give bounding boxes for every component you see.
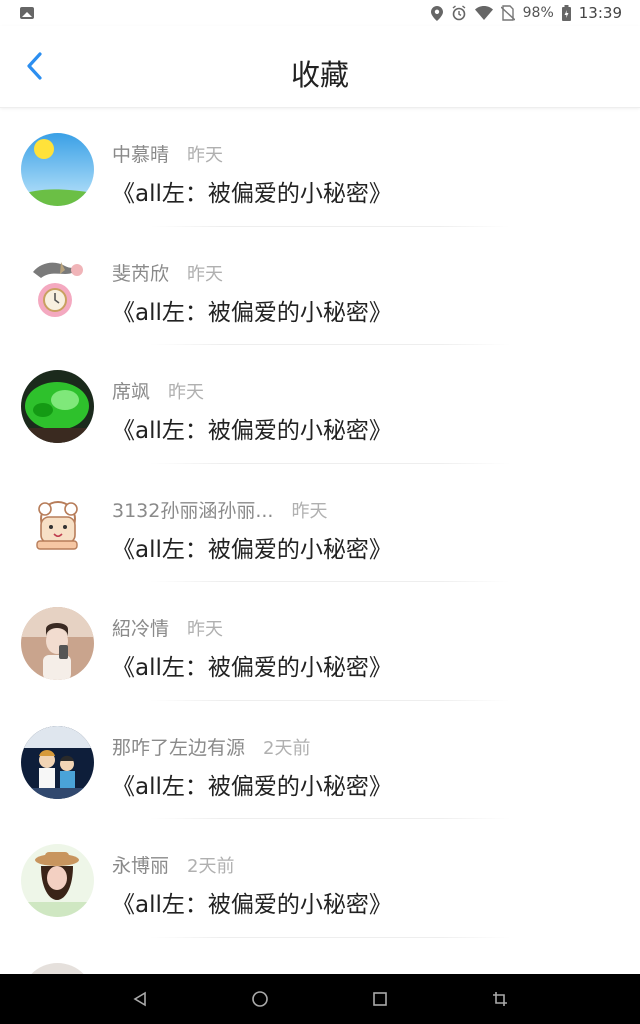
list-item[interactable]: 中慕晴 昨天 《all左：被偏爱的小秘密》: [0, 108, 640, 227]
timestamp: 昨天: [168, 382, 205, 403]
system-nav-bar: [0, 974, 640, 1024]
user-name: 中慕晴: [112, 144, 170, 166]
battery-icon: [561, 5, 571, 21]
book-title[interactable]: 《all左：被偏爱的小秘密》: [112, 530, 392, 564]
user-name: 永博丽: [112, 855, 170, 877]
nav-back-button[interactable]: [128, 987, 152, 1011]
list-item[interactable]: 斐芮欣 昨天 《all左：被偏爱的小秘密》: [0, 227, 640, 345]
app-header: 收藏: [0, 26, 640, 108]
book-title[interactable]: 《all左：被偏爱的小秘密》: [112, 767, 392, 801]
page-title: 收藏: [290, 58, 349, 92]
list-item[interactable]: 永博丽 2天前 《all左：被偏爱的小秘密》: [0, 819, 640, 938]
avatar[interactable]: [21, 488, 94, 562]
timestamp: 昨天: [187, 263, 224, 285]
square-recents-icon: [373, 992, 387, 1006]
list-item-partial[interactable]: [0, 938, 640, 974]
crop-icon: [493, 992, 507, 1006]
user-name: 斐芮欣: [112, 262, 170, 285]
avatar[interactable]: [21, 370, 94, 443]
avatar[interactable]: [21, 607, 94, 680]
location-icon: [430, 5, 443, 21]
no-sim-icon: [500, 5, 515, 21]
nav-screenshot-button[interactable]: [488, 987, 512, 1011]
nav-home-button[interactable]: [248, 987, 272, 1011]
battery-percent: 98%: [522, 5, 554, 21]
gallery-notification-icon: [20, 7, 34, 19]
favorites-list[interactable]: 中慕晴 昨天 《all左：被偏爱的小秘密》 斐芮欣 昨天 《all左：被偏爱的小秘密…: [0, 108, 640, 974]
timestamp: 昨天: [187, 619, 224, 640]
timestamp: 2天前: [187, 856, 235, 877]
list-item[interactable]: 紹冷情 昨天 《all左：被偏爱的小秘密》: [0, 582, 640, 701]
alarm-icon: [452, 5, 466, 21]
clock: 13:39: [578, 4, 622, 22]
user-name: 席飒: [112, 381, 151, 403]
list-item[interactable]: 3132孙丽涵孙丽... 昨天 《all左：被偏爱的小秘密》: [0, 464, 640, 582]
nav-recents-button[interactable]: [368, 987, 392, 1011]
user-name: 那咋了左边有源: [112, 736, 246, 759]
avatar[interactable]: [21, 962, 94, 974]
timestamp: 2天前: [263, 737, 311, 759]
user-name: 紹冷情: [112, 618, 170, 640]
book-title[interactable]: 《all左：被偏爱的小秘密》: [112, 293, 392, 327]
timestamp: 昨天: [291, 500, 328, 522]
list-item[interactable]: 那咋了左边有源 2天前 《all左：被偏爱的小秘密》: [0, 701, 640, 819]
triangle-back-icon: [133, 991, 146, 1007]
book-title[interactable]: 《all左：被偏爱的小秘密》: [112, 648, 392, 682]
book-title[interactable]: 《all左：被偏爱的小秘密》: [112, 174, 392, 208]
status-bar: 98% 13:39: [0, 0, 640, 26]
book-title[interactable]: 《all左：被偏爱的小秘密》: [112, 411, 392, 445]
list-item[interactable]: 席飒 昨天 《all左：被偏爱的小秘密》: [0, 345, 640, 464]
avatar[interactable]: [21, 251, 94, 325]
user-name: 3132孙丽涵孙丽...: [112, 499, 274, 522]
wifi-icon: [474, 6, 493, 20]
avatar[interactable]: [21, 844, 94, 917]
circle-home-icon: [252, 991, 268, 1007]
avatar[interactable]: [21, 725, 94, 799]
avatar[interactable]: [21, 133, 94, 206]
timestamp: 昨天: [187, 145, 224, 166]
book-title[interactable]: 《all左：被偏爱的小秘密》: [112, 885, 392, 919]
